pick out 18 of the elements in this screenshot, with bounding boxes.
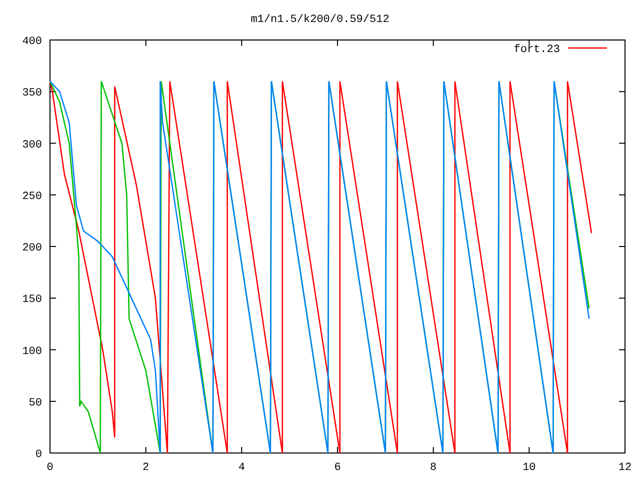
tick-label: 2 [142, 462, 150, 474]
chart-title: m1/n1.5/k200/0.59/512 [250, 14, 390, 26]
tick-label: 6 [334, 462, 341, 474]
tick-label: 8 [430, 462, 437, 474]
tick-label: 4 [238, 462, 245, 474]
tick-label: 200 [22, 242, 42, 254]
tick-label: 10 [522, 462, 536, 474]
tick-label: 0 [35, 449, 42, 461]
tick-label: 100 [22, 346, 42, 358]
tick-label: 400 [22, 36, 42, 48]
tick-label: 350 [22, 88, 42, 100]
tick-label: 300 [22, 139, 42, 152]
tick-label: 12 [618, 462, 632, 474]
tick-label: 250 [22, 190, 42, 203]
tick-label: 50 [28, 397, 42, 410]
legend-label: fort.23 [514, 44, 560, 56]
tick-label: 150 [22, 294, 42, 306]
tick-label: 0 [46, 462, 54, 474]
